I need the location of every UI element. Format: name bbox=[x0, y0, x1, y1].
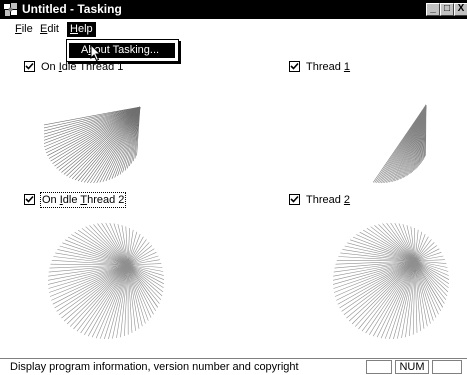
client-area: On Idle Thread 1 Thread 1 On Idle Thread… bbox=[0, 40, 467, 358]
label-part: hread 2 bbox=[87, 194, 125, 206]
line-fan-idle-thread-2 bbox=[47, 222, 165, 340]
checkbox-thread-2[interactable] bbox=[289, 194, 300, 205]
checkbox-thread-1[interactable] bbox=[289, 61, 300, 72]
fan-line bbox=[76, 264, 129, 332]
status-bar: Display program information, version num… bbox=[0, 358, 467, 375]
line-fan-thread-2 bbox=[332, 222, 450, 340]
checkbox-idle-thread-2[interactable] bbox=[24, 194, 35, 205]
minimize-icon: _ bbox=[430, 3, 436, 14]
checkmark-icon bbox=[25, 195, 34, 203]
menu-file-label: ile bbox=[21, 23, 33, 35]
line-fan-thread-1 bbox=[372, 104, 427, 184]
fan-line bbox=[346, 260, 416, 319]
mouse-cursor-icon bbox=[90, 44, 102, 62]
status-pane-num: NUM bbox=[395, 360, 429, 374]
fan-line bbox=[84, 264, 129, 335]
app-window: Untitled - Tasking _ □ X File Edit Help … bbox=[0, 0, 467, 375]
checkbox-idle-thread-1[interactable] bbox=[24, 61, 35, 72]
fan-line bbox=[337, 260, 416, 305]
line-fan-idle-thread-1 bbox=[44, 106, 141, 184]
status-pane-scroll bbox=[432, 360, 462, 374]
label-part: dle bbox=[62, 194, 81, 206]
checkbox-label-idle-thread-2: On Idle Thread 2 bbox=[39, 192, 127, 208]
menu-file-mnemonic: F bbox=[15, 23, 22, 35]
menu-help[interactable]: Help bbox=[67, 22, 96, 37]
menu-help-label: elp bbox=[77, 23, 93, 35]
menu-help-mnemonic: H bbox=[70, 23, 78, 35]
close-icon: X bbox=[457, 3, 465, 14]
app-icon[interactable] bbox=[3, 2, 19, 17]
about-label-part: out Tasking... bbox=[94, 44, 160, 56]
checkmark-icon bbox=[25, 62, 34, 70]
checkmark-icon bbox=[290, 62, 299, 70]
minimize-button[interactable]: _ bbox=[426, 3, 440, 16]
close-button[interactable]: X bbox=[454, 3, 467, 16]
maximize-icon: □ bbox=[443, 3, 451, 14]
status-message: Display program information, version num… bbox=[10, 361, 299, 373]
num-lock-indicator: NUM bbox=[399, 361, 425, 373]
label-part: Thread bbox=[306, 194, 344, 206]
window-title: Untitled - Tasking bbox=[22, 2, 122, 16]
menu-item-about-tasking[interactable]: About Tasking... bbox=[69, 43, 175, 58]
menu-edit-label: dit bbox=[47, 23, 59, 35]
title-bar[interactable]: Untitled - Tasking _ □ X bbox=[0, 0, 467, 19]
status-pane-caps bbox=[366, 360, 392, 374]
checkmark-icon bbox=[290, 195, 299, 203]
menu-file[interactable]: File bbox=[12, 22, 36, 37]
maximize-button[interactable]: □ bbox=[440, 3, 454, 16]
fan-line bbox=[58, 264, 129, 316]
help-dropdown-menu: About Tasking... bbox=[66, 39, 179, 62]
menu-bar: File Edit Help bbox=[0, 20, 467, 39]
fan-line bbox=[358, 260, 416, 330]
label-mnemonic: 2 bbox=[343, 194, 351, 206]
label-part: On bbox=[42, 194, 60, 206]
checkbox-label-thread-2: Thread 2 bbox=[306, 193, 350, 207]
menu-edit[interactable]: Edit bbox=[37, 22, 62, 37]
